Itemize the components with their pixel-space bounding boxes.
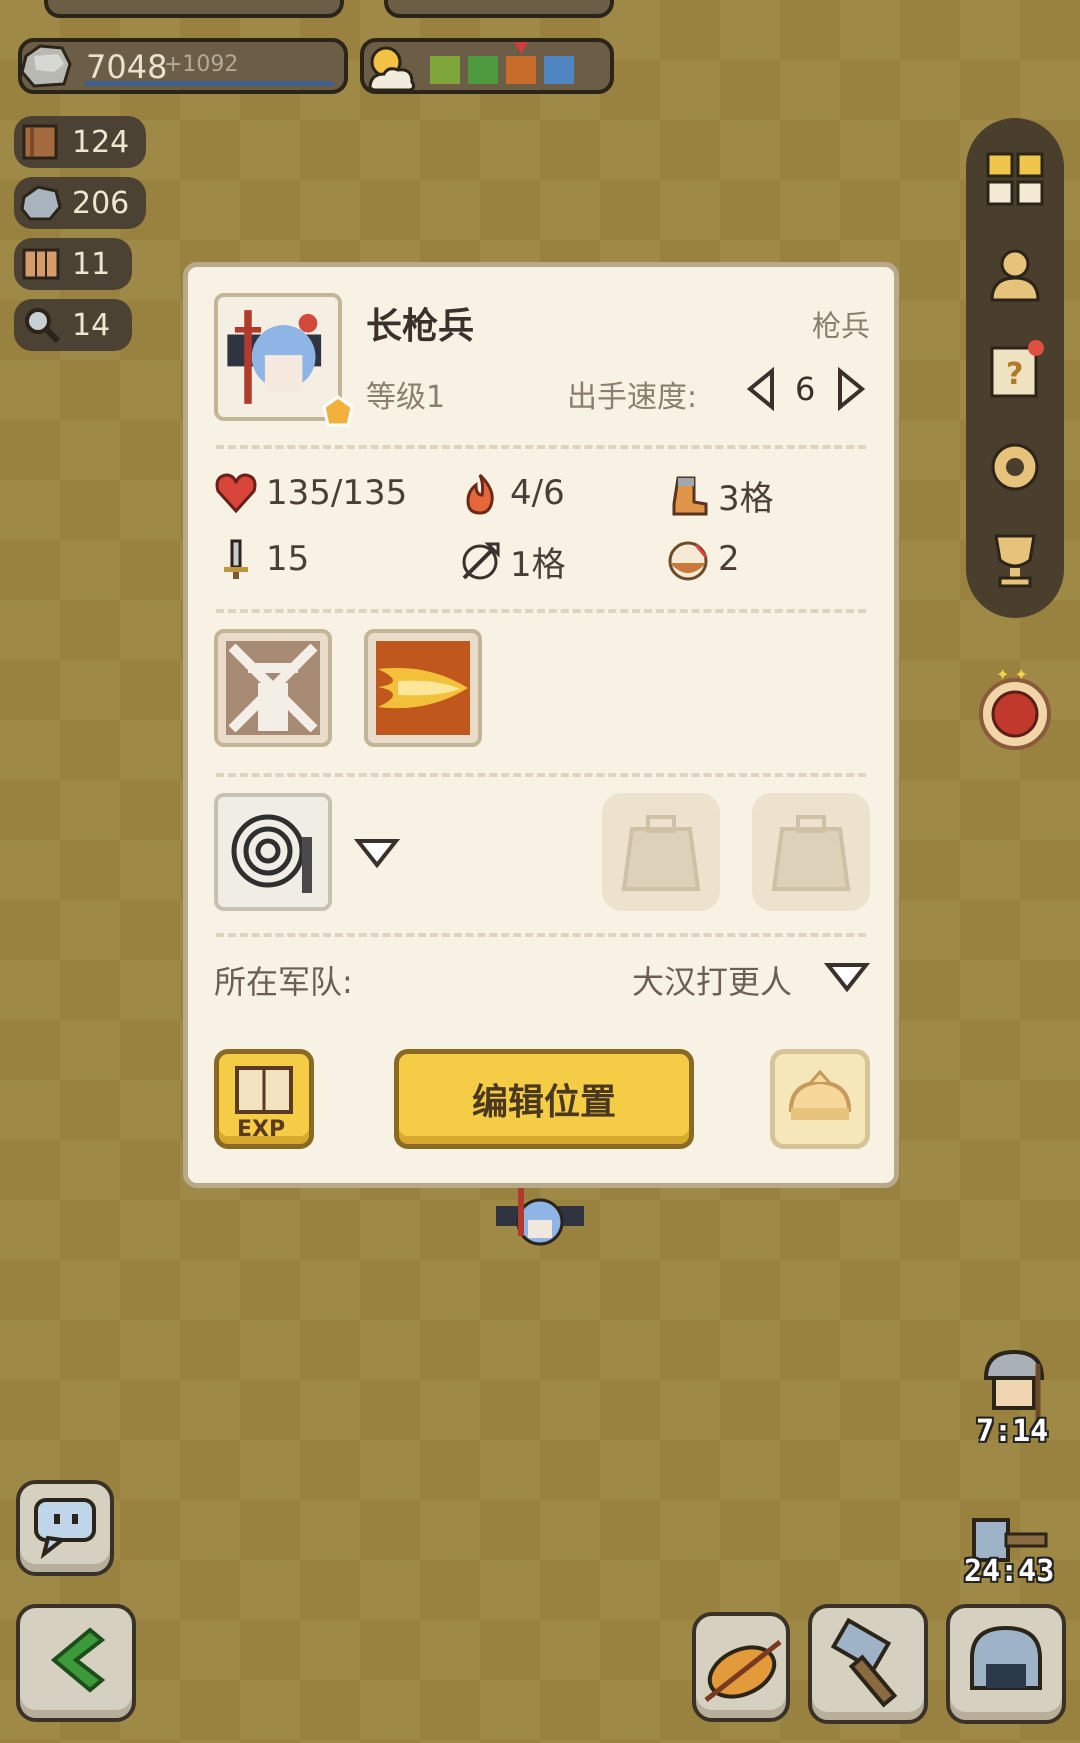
stone-progress [84,81,334,86]
knight-worker-icon[interactable] [974,1344,1054,1422]
weather-bar[interactable] [360,38,614,94]
ore-icon [20,185,62,221]
settings-gear-icon[interactable] [984,436,1046,498]
unit-level: 等级1 [366,380,446,415]
ore-count: 206 [72,185,130,221]
svg-text:?: ? [1006,357,1023,392]
chat-button[interactable] [16,1480,114,1576]
flame-dash-icon [376,641,470,735]
food-stat: 2 [666,537,740,581]
grid-menu-icon[interactable] [984,148,1046,210]
range-stat: 1格 [458,537,566,586]
locked-bag-icon-2 [771,815,851,891]
divider-3 [216,773,866,777]
divider-2 [216,609,866,613]
timer-2: 24:43 [964,1554,1055,1589]
divider-4 [216,933,866,937]
army-value[interactable]: 大汉打更人 [632,957,792,1003]
skill-slot-2[interactable] [364,629,482,747]
equipment-dropdown-icon[interactable] [354,835,400,871]
speed-decrease-arrow[interactable] [744,367,776,411]
spear-icon [462,542,500,579]
back-arrow-icon [50,1627,106,1693]
hammer-icon [830,1617,898,1708]
skill-slot-1[interactable] [214,629,332,747]
top-resource-bar-partial-2 [384,0,614,18]
magnifier-icon [25,308,61,344]
food-bowl-icon [668,541,708,581]
build-button[interactable] [808,1604,928,1724]
sword-icon [224,539,248,579]
bun-icon [788,1069,852,1120]
weather-marker [514,42,528,54]
weather-slot-1 [430,56,460,84]
ore-counter[interactable]: 206 [14,177,146,229]
timer-1: 7:14 [976,1414,1049,1449]
chat-bubble-icon [34,1498,96,1560]
unit-name: 长枪兵 [366,306,475,347]
unit-detail-panel: 长枪兵 枪兵 等级1 出手速度: 6 135/135 4/6 3格 15 1格 … [183,262,899,1188]
trophy-icon[interactable] [984,530,1046,592]
feed-button[interactable] [770,1049,870,1149]
move-value: 3格 [718,479,774,519]
locked-bag-icon [621,815,701,891]
speed-label: 出手速度: [567,380,698,415]
book-icon [22,124,58,160]
helmet-icon [970,1625,1042,1690]
attack-stat: 15 [214,537,309,581]
speed-value: 6 [795,370,816,408]
speed-increase-arrow[interactable] [836,367,868,411]
edit-position-button[interactable]: 编辑位置 [394,1049,694,1149]
back-button[interactable] [16,1604,136,1722]
hp-stat: 135/135 [214,471,407,515]
map-counter[interactable]: 11 [14,238,132,290]
boot-icon [672,476,708,515]
unit-class: 枪兵 [811,309,870,343]
quest-scroll-icon[interactable]: ? [984,340,1046,402]
move-stat: 3格 [666,471,774,520]
magnifier-counter[interactable]: 14 [14,299,132,351]
exp-book-button[interactable]: EXP [214,1049,314,1149]
map-count: 11 [72,246,111,282]
book-count: 124 [72,124,130,160]
weather-slot-2 [468,56,498,84]
top-resource-bar-partial [44,0,344,18]
weather-slot-4 [544,56,574,84]
map-icon [22,248,60,280]
whip-icon [231,814,312,893]
locked-slot-2 [752,793,870,911]
magnifier-count: 14 [72,307,111,343]
weather-icon [368,46,416,92]
equipment-slot[interactable] [214,793,332,911]
heart-icon [215,473,257,514]
food-value: 2 [718,539,740,579]
stone-icon [20,44,72,88]
range-value: 1格 [510,545,566,585]
recipe-button[interactable] [692,1612,790,1722]
fire-value: 4/6 [510,473,565,513]
barracks-button[interactable] [946,1604,1066,1724]
attack-value: 15 [266,539,310,579]
flame-icon [466,473,494,515]
stone-resource-bar[interactable]: 7048 +1092 [18,38,348,94]
tag-badge-icon [322,395,354,427]
divider-1 [216,445,866,449]
exp-book-icon: EXP [235,1066,293,1142]
bonus-drum-icon[interactable]: ✦ ✦ [976,666,1054,756]
book-counter[interactable]: 124 [14,116,146,168]
unit-sprite[interactable] [488,1186,592,1252]
stone-delta: +1092 [164,52,239,77]
hp-value: 135/135 [266,473,408,513]
svg-text:EXP: EXP [237,1117,285,1142]
wind-gust-icon [226,641,320,735]
roast-icon [704,1640,782,1702]
svg-text:✦ ✦: ✦ ✦ [996,666,1028,684]
army-label: 所在军队: [214,963,353,1001]
weather-slot-3 [506,56,536,84]
fire-stat: 4/6 [458,471,565,515]
locked-slot-1 [602,793,720,911]
person-icon[interactable] [984,244,1046,306]
army-dropdown-icon[interactable] [824,959,870,995]
